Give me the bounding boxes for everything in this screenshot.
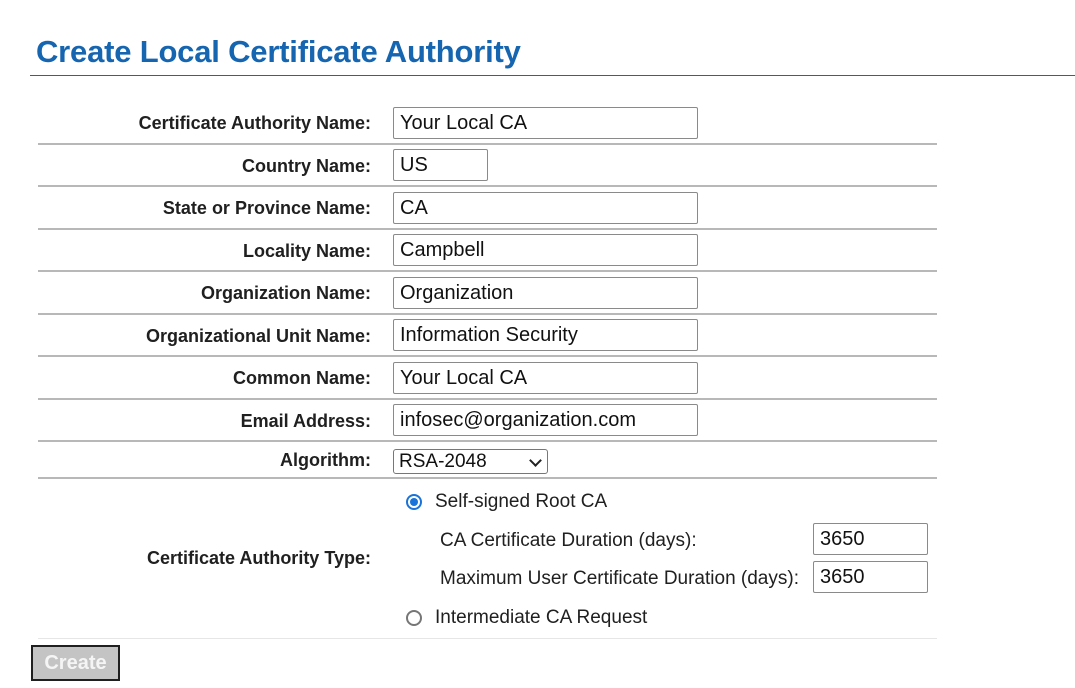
email-address-input[interactable] — [393, 404, 698, 436]
form-row-state: State or Province Name: — [38, 187, 937, 230]
country-name-input[interactable] — [393, 149, 488, 181]
form-row-ca-type: Certificate Authority Type: Self-signed … — [38, 479, 937, 639]
common-name-label: Common Name: — [232, 368, 371, 388]
form-row-organization: Organization Name: — [38, 272, 937, 315]
state-name-label: State or Province Name: — [162, 198, 371, 218]
chevron-down-icon — [529, 454, 542, 467]
intermediate-ca-request-radio[interactable] — [406, 610, 422, 626]
max-user-duration-label: Maximum User Certificate Duration (days)… — [440, 568, 799, 589]
algorithm-selected-value: RSA-2048 — [399, 451, 487, 472]
self-signed-root-ca-label[interactable]: Self-signed Root CA — [435, 491, 607, 513]
algorithm-label: Algorithm: — [280, 450, 371, 470]
org-unit-name-label: Organizational Unit Name: — [145, 326, 371, 346]
organization-name-label: Organization Name: — [200, 283, 371, 303]
max-user-duration-input[interactable] — [813, 561, 928, 593]
form-row-email: Email Address: — [38, 400, 937, 442]
form-row-algorithm: Algorithm: RSA-2048 — [38, 442, 937, 479]
page-title: Create Local Certificate Authority — [36, 34, 521, 69]
state-name-input[interactable] — [393, 192, 698, 224]
locality-name-input[interactable] — [393, 234, 698, 266]
title-divider — [30, 75, 1075, 76]
ca-name-input[interactable] — [393, 107, 698, 139]
organization-name-input[interactable] — [393, 277, 698, 309]
form-row-common-name: Common Name: — [38, 357, 937, 400]
ca-name-label: Certificate Authority Name: — [138, 113, 371, 133]
form-row-org-unit: Organizational Unit Name: — [38, 315, 937, 357]
ca-duration-input[interactable] — [813, 523, 928, 555]
ca-type-label: Certificate Authority Type: — [146, 548, 371, 568]
form-row-country: Country Name: — [38, 145, 937, 187]
algorithm-select[interactable]: RSA-2048 — [393, 449, 548, 474]
email-address-label: Email Address: — [240, 411, 371, 431]
form-row-locality: Locality Name: — [38, 230, 937, 272]
common-name-input[interactable] — [393, 362, 698, 394]
create-button[interactable]: Create — [31, 645, 120, 681]
org-unit-name-input[interactable] — [393, 319, 698, 351]
form-row-ca-name: Certificate Authority Name: — [38, 102, 937, 145]
intermediate-ca-request-label[interactable]: Intermediate CA Request — [435, 607, 647, 629]
self-signed-root-ca-radio[interactable] — [406, 494, 422, 510]
ca-duration-label: CA Certificate Duration (days): — [440, 530, 697, 551]
locality-name-label: Locality Name: — [242, 241, 371, 261]
country-name-label: Country Name: — [241, 156, 371, 176]
